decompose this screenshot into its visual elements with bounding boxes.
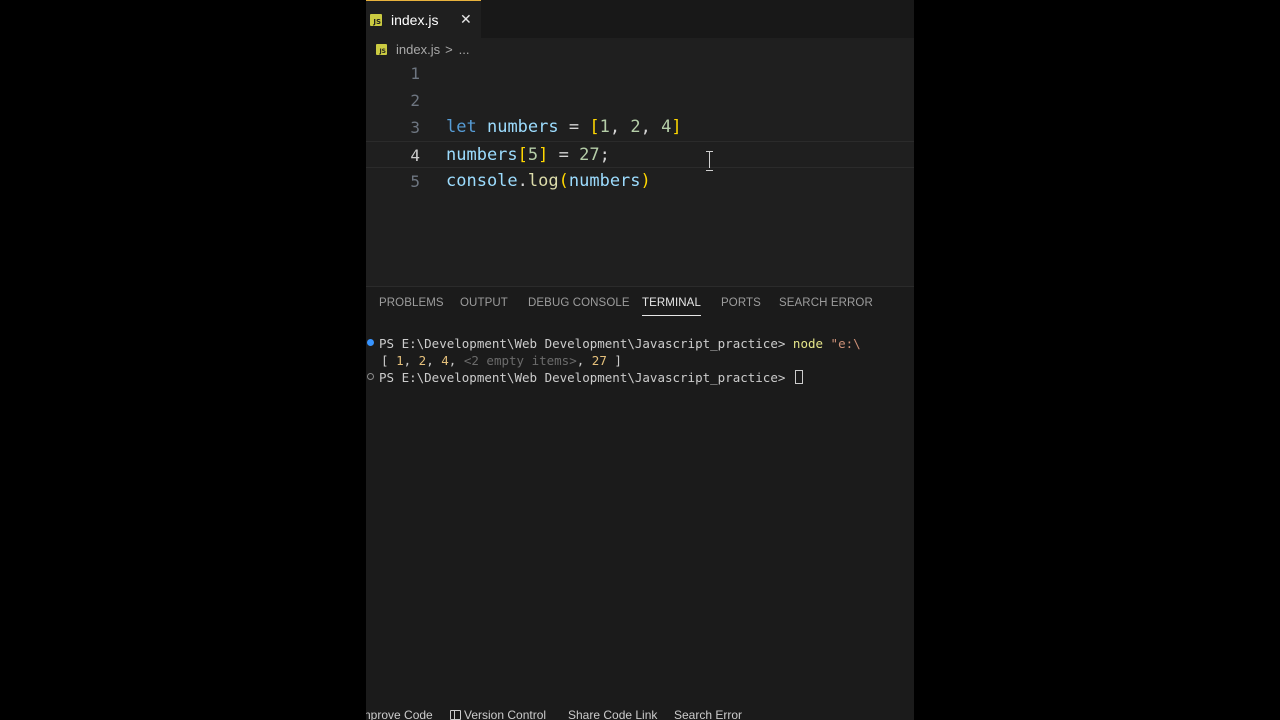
panel-tabs: PROBLEMS OUTPUT DEBUG CONSOLE TERMINAL P…	[366, 287, 914, 323]
command-success-icon[interactable]	[367, 339, 374, 346]
js-file-icon: JS	[370, 13, 382, 26]
code-token: 1	[599, 117, 610, 137]
tab-ports[interactable]: PORTS	[721, 297, 761, 309]
command-idle-icon[interactable]	[367, 373, 374, 380]
code-token: [	[517, 145, 528, 165]
code-token: numbers	[486, 117, 559, 137]
line-number: 5	[410, 172, 420, 191]
breadcrumb: JS index.js > ...	[376, 40, 470, 58]
code-token: ,	[609, 117, 631, 137]
bottom-panel: PROBLEMS OUTPUT DEBUG CONSOLE TERMINAL P…	[366, 286, 914, 706]
code-token: ]	[671, 117, 682, 137]
terminal-command: node	[792, 336, 824, 351]
editor-window: JS index.js ✕ JS index.js > ... 1 2 3 le…	[366, 0, 914, 720]
output-value: 4	[441, 353, 449, 368]
code-token: =	[558, 117, 590, 137]
code-token: [	[589, 117, 600, 137]
js-file-icon: JS	[376, 43, 387, 55]
code-token: numbers	[568, 171, 641, 191]
tab-output[interactable]: OUTPUT	[460, 297, 508, 309]
output-empty-items: <2 empty items>	[463, 353, 577, 368]
code-token: )	[640, 171, 651, 191]
tab-debug-console[interactable]: DEBUG CONSOLE	[528, 297, 630, 309]
terminal-text: [ 1, 2, 4, <2 empty items>, 27 ]	[381, 353, 622, 368]
tab-label: index.js	[391, 11, 439, 28]
code-token: 5	[527, 145, 539, 165]
code-token: numbers	[446, 145, 518, 165]
tab-terminal[interactable]: TERMINAL	[642, 297, 701, 316]
breadcrumb-file[interactable]: index.js	[396, 42, 440, 57]
code-line-current[interactable]: 4 numbers[5] = 27;	[366, 141, 914, 168]
terminal-text: PS E:\Development\Web Development\Javasc…	[379, 335, 861, 352]
tab-index-js[interactable]: JS index.js ✕	[366, 0, 481, 38]
terminal-text: PS E:\Development\Web Development\Javasc…	[379, 369, 803, 386]
code-token: 4	[661, 117, 672, 137]
code-line[interactable]: 2	[366, 87, 914, 114]
status-bar: nprove Code Version Control Share Code L…	[366, 706, 914, 720]
code-editor[interactable]: 1 2 3 let numbers = [1, 2, 4] 4 numbers[…	[366, 60, 914, 280]
code-line[interactable]: 3 let numbers = [1, 2, 4]	[366, 114, 914, 141]
line-number: 2	[410, 91, 420, 110]
terminal-prompt: PS E:\Development\Web Development\Javasc…	[379, 370, 793, 385]
output-value: 1	[396, 353, 404, 368]
terminal-argument: "e:\	[823, 336, 861, 351]
code-token: console	[446, 171, 518, 191]
code-token: let	[446, 117, 477, 137]
code-token: ;	[599, 145, 610, 165]
code-token: 27	[579, 145, 600, 165]
output-value: 27	[591, 353, 607, 368]
status-version-control[interactable]: Version Control	[450, 706, 546, 720]
code-token: ,	[640, 117, 662, 137]
text-cursor-icon	[706, 150, 714, 171]
output-bracket: ]	[606, 353, 622, 368]
code-text: let numbers = [1, 2, 4]	[446, 114, 682, 141]
code-text: numbers[5] = 27;	[446, 142, 610, 169]
chevron-right-icon: >	[445, 41, 453, 57]
close-icon[interactable]: ✕	[460, 12, 472, 26]
status-improve-code[interactable]: nprove Code	[366, 706, 433, 720]
line-number: 4	[410, 146, 420, 165]
code-token: =	[548, 145, 580, 165]
tab-bar: JS index.js ✕	[366, 0, 914, 38]
breadcrumb-more[interactable]: ...	[459, 42, 470, 57]
terminal-output-line: [ 1, 2, 4, <2 empty items>, 27 ]	[366, 352, 622, 369]
terminal-line: PS E:\Development\Web Development\Javasc…	[366, 369, 803, 386]
line-number: 1	[410, 64, 420, 83]
status-label: Version Control	[464, 708, 547, 720]
code-token: 2	[630, 117, 641, 137]
terminal-prompt: PS E:\Development\Web Development\Javasc…	[379, 336, 793, 351]
terminal-cursor	[794, 370, 803, 384]
code-token: (	[558, 171, 569, 191]
tab-problems[interactable]: PROBLEMS	[379, 297, 444, 309]
code-text: console.log(numbers)	[446, 168, 651, 195]
output-bracket: [	[381, 353, 397, 368]
code-token: ]	[538, 145, 549, 165]
code-line[interactable]: 5 console.log(numbers)	[366, 168, 914, 195]
status-search-error[interactable]: Search Error	[674, 706, 742, 720]
code-token: .	[517, 171, 528, 191]
code-line[interactable]: 1	[366, 60, 914, 87]
line-number: 3	[410, 118, 420, 137]
terminal-line: PS E:\Development\Web Development\Javasc…	[366, 335, 861, 352]
code-token: log	[527, 171, 559, 191]
tab-search-error[interactable]: SEARCH ERROR	[779, 297, 873, 309]
status-share-code-link[interactable]: Share Code Link	[568, 706, 657, 720]
version-control-icon	[450, 710, 461, 720]
